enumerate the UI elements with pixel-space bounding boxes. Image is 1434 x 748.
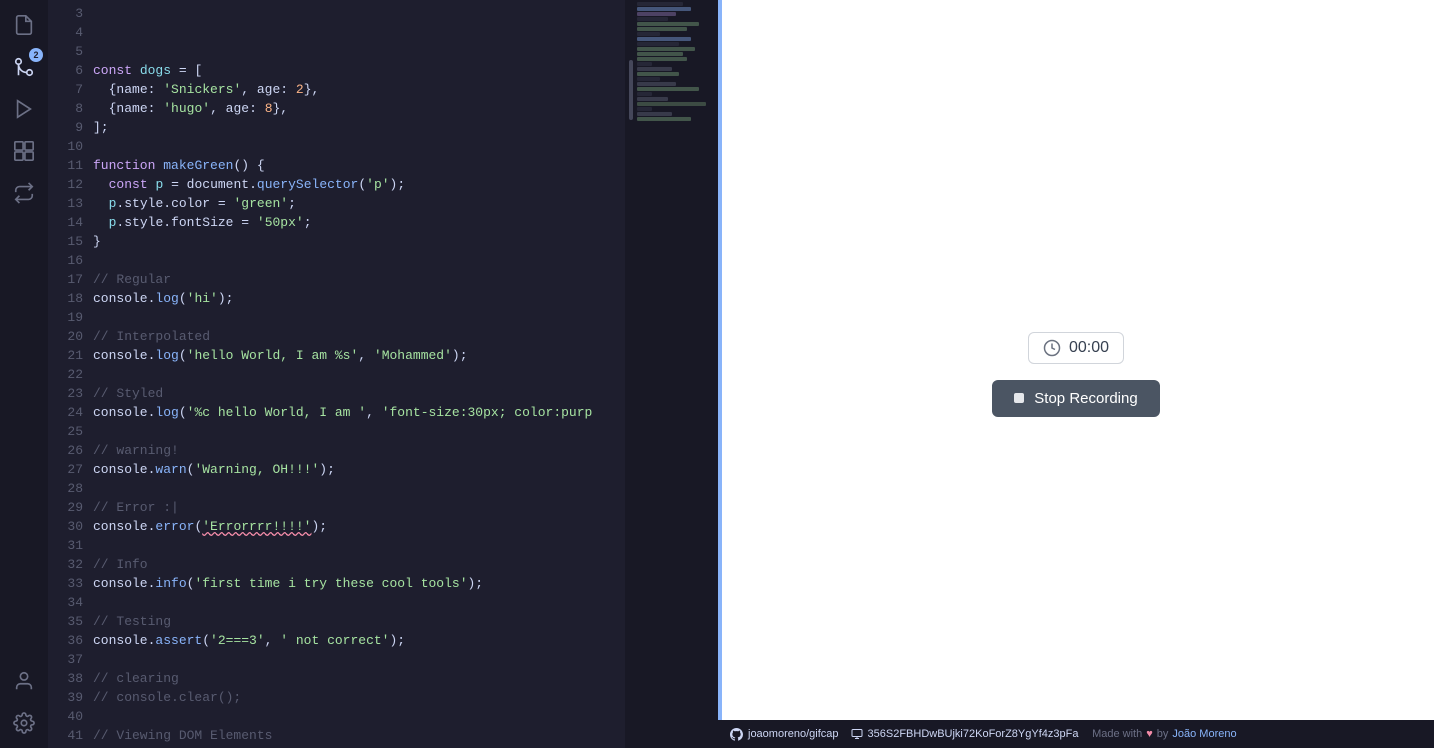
monitor-icon — [851, 728, 863, 740]
activity-bar — [0, 0, 48, 748]
timer-value: 00:00 — [1069, 339, 1109, 357]
timer-display: 00:00 — [1028, 332, 1124, 364]
right-panel: 00:00 Stop Recording joaomoreno/gifcap 3… — [718, 0, 1434, 748]
line-numbers: 3 4 5 6 7 8 9 10 11 12 13 14 15 16 17 18… — [48, 0, 93, 748]
account-icon[interactable] — [7, 664, 41, 698]
clock-icon — [1043, 339, 1061, 357]
stop-recording-label: Stop Recording — [1034, 390, 1137, 407]
stop-dot-icon — [1014, 393, 1024, 403]
recording-area: 00:00 Stop Recording — [718, 0, 1434, 748]
github-label: joaomoreno/gifcap — [748, 728, 839, 740]
run-debug-icon[interactable] — [7, 92, 41, 126]
status-bar: joaomoreno/gifcap 356S2FBHDwBUjki72KoFor… — [718, 720, 1434, 748]
panel-drag-handle[interactable] — [718, 0, 722, 748]
commit-hash-item[interactable]: 356S2FBHDwBUjki72KoForZ8YgYf4z3pFa — [851, 728, 1079, 740]
github-item[interactable]: joaomoreno/gifcap — [730, 728, 839, 741]
commit-hash-label: 356S2FBHDwBUjki72KoForZ8YgYf4z3pFa — [868, 728, 1079, 740]
scrollbar[interactable] — [625, 0, 633, 748]
code-content[interactable]: const dogs = [ {name: 'Snickers', age: 2… — [93, 0, 625, 748]
settings-icon[interactable] — [7, 706, 41, 740]
source-control-icon[interactable] — [7, 50, 41, 84]
author-link[interactable]: João Moreno — [1172, 728, 1236, 740]
extensions-icon[interactable] — [7, 134, 41, 168]
stop-recording-button[interactable]: Stop Recording — [992, 380, 1159, 417]
heart-icon: ♥ — [1146, 728, 1153, 740]
minimap — [633, 0, 718, 748]
files-icon[interactable] — [7, 8, 41, 42]
made-with-text: Made with ♥ by João Moreno — [1092, 728, 1237, 740]
github-icon — [730, 728, 743, 741]
remote-icon[interactable] — [7, 176, 41, 210]
editor-area: 3 4 5 6 7 8 9 10 11 12 13 14 15 16 17 18… — [48, 0, 718, 748]
